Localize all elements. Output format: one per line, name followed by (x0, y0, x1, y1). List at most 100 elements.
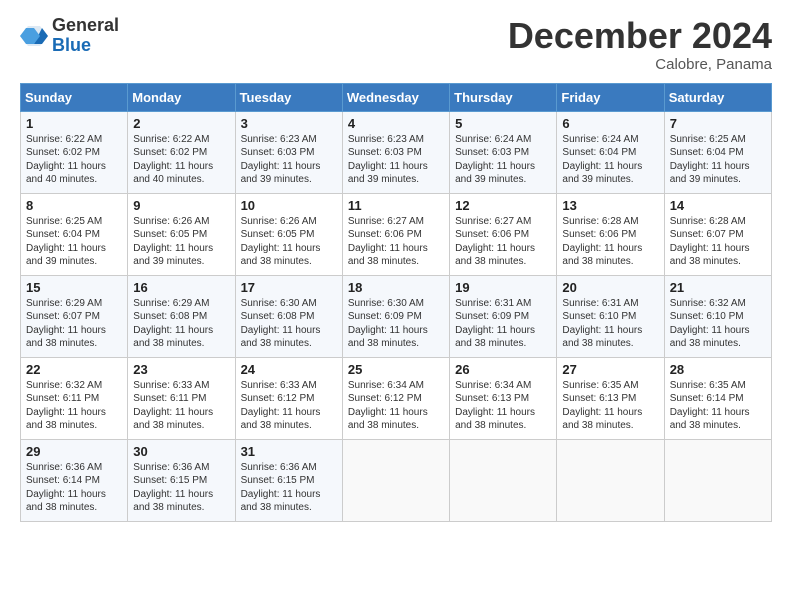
cell-info: Sunrise: 6:26 AMSunset: 6:05 PMDaylight:… (133, 216, 213, 268)
day-number: 2 (133, 116, 229, 131)
table-row (342, 439, 449, 521)
table-row: 26Sunrise: 6:34 AMSunset: 6:13 PMDayligh… (450, 357, 557, 439)
table-row: 11 Sunrise: 6:27 AMSunset: 6:06 PMDayligh… (342, 193, 449, 275)
cell-info: Sunrise: 6:23 AMSunset: 6:03 PMDaylight:… (348, 134, 428, 186)
table-row: 15 Sunrise: 6:29 AMSunset: 6:07 PMDayligh… (21, 275, 128, 357)
table-row: 9 Sunrise: 6:26 AMSunset: 6:05 PMDaylight… (128, 193, 235, 275)
day-number: 5 (455, 116, 551, 131)
cell-info: Sunrise: 6:22 AMSunset: 6:02 PMDaylight:… (133, 134, 213, 186)
col-friday: Friday (557, 83, 664, 111)
table-row: 18Sunrise: 6:30 AMSunset: 6:09 PMDayligh… (342, 275, 449, 357)
calendar-week-row: 22 Sunrise: 6:32 AMSunset: 6:11 PMDayligh… (21, 357, 772, 439)
calendar-week-row: 8 Sunrise: 6:25 AMSunset: 6:04 PMDaylight… (21, 193, 772, 275)
table-row: 7Sunrise: 6:25 AMSunset: 6:04 PMDaylight… (664, 111, 771, 193)
day-number: 24 (241, 362, 337, 377)
cell-info: Sunrise: 6:32 AMSunset: 6:11 PMDaylight:… (26, 380, 106, 432)
cell-info: Sunrise: 6:28 AMSunset: 6:07 PMDaylight:… (670, 216, 750, 268)
table-row: 14 Sunrise: 6:28 AMSunset: 6:07 PMDayligh… (664, 193, 771, 275)
table-row: 3Sunrise: 6:23 AMSunset: 6:03 PMDaylight… (235, 111, 342, 193)
cell-info: Sunrise: 6:31 AMSunset: 6:10 PMDaylight:… (562, 298, 642, 350)
day-number: 21 (670, 280, 766, 295)
table-row: 4 Sunrise: 6:23 AMSunset: 6:03 PMDaylight… (342, 111, 449, 193)
table-row: 2 Sunrise: 6:22 AMSunset: 6:02 PMDaylight… (128, 111, 235, 193)
page: General Blue December 2024 Calobre, Pana… (0, 0, 792, 612)
cell-info: Sunrise: 6:30 AMSunset: 6:09 PMDaylight:… (348, 298, 428, 350)
day-number: 11 (348, 198, 444, 213)
calendar-header-row: Sunday Monday Tuesday Wednesday Thursday… (21, 83, 772, 111)
day-number: 29 (26, 444, 122, 459)
table-row: 30Sunrise: 6:36 AMSunset: 6:15 PMDayligh… (128, 439, 235, 521)
day-number: 10 (241, 198, 337, 213)
table-row: 22 Sunrise: 6:32 AMSunset: 6:11 PMDayligh… (21, 357, 128, 439)
table-row: 5 Sunrise: 6:24 AMSunset: 6:03 PMDaylight… (450, 111, 557, 193)
cell-info: Sunrise: 6:34 AMSunset: 6:12 PMDaylight:… (348, 380, 428, 432)
day-number: 6 (562, 116, 658, 131)
table-row: 13 Sunrise: 6:28 AMSunset: 6:06 PMDayligh… (557, 193, 664, 275)
table-row: 16 Sunrise: 6:29 AMSunset: 6:08 PMDayligh… (128, 275, 235, 357)
logo: General Blue (20, 16, 119, 56)
cell-info: Sunrise: 6:32 AMSunset: 6:10 PMDaylight:… (670, 298, 750, 350)
cell-info: Sunrise: 6:36 AMSunset: 6:15 PMDaylight:… (241, 462, 321, 514)
cell-info: Sunrise: 6:34 AMSunset: 6:13 PMDaylight:… (455, 380, 535, 432)
table-row: 29Sunrise: 6:36 AMSunset: 6:14 PMDayligh… (21, 439, 128, 521)
day-number: 15 (26, 280, 122, 295)
table-row: 1 Sunrise: 6:22 AMSunset: 6:02 PMDaylight… (21, 111, 128, 193)
header: General Blue December 2024 Calobre, Pana… (20, 16, 772, 73)
day-number: 4 (348, 116, 444, 131)
day-number: 22 (26, 362, 122, 377)
table-row: 24 Sunrise: 6:33 AMSunset: 6:12 PMDayligh… (235, 357, 342, 439)
day-number: 17 (241, 280, 337, 295)
calendar-week-row: 29Sunrise: 6:36 AMSunset: 6:14 PMDayligh… (21, 439, 772, 521)
logo-general: General (52, 16, 119, 36)
logo-text: General Blue (52, 16, 119, 56)
cell-info: Sunrise: 6:29 AMSunset: 6:07 PMDaylight:… (26, 298, 106, 350)
cell-info: Sunrise: 6:28 AMSunset: 6:06 PMDaylight:… (562, 216, 642, 268)
day-number: 19 (455, 280, 551, 295)
cell-info: Sunrise: 6:27 AMSunset: 6:06 PMDaylight:… (455, 216, 535, 268)
table-row: 21 Sunrise: 6:32 AMSunset: 6:10 PMDayligh… (664, 275, 771, 357)
cell-info: Sunrise: 6:33 AMSunset: 6:12 PMDaylight:… (241, 380, 321, 432)
cell-info: Sunrise: 6:27 AMSunset: 6:06 PMDaylight:… (348, 216, 428, 268)
cell-info: Sunrise: 6:29 AMSunset: 6:08 PMDaylight:… (133, 298, 213, 350)
day-number: 27 (562, 362, 658, 377)
col-thursday: Thursday (450, 83, 557, 111)
calendar: Sunday Monday Tuesday Wednesday Thursday… (20, 83, 772, 522)
table-row (664, 439, 771, 521)
cell-info: Sunrise: 6:22 AMSunset: 6:02 PMDaylight:… (26, 134, 106, 186)
table-row: 31 Sunrise: 6:36 AMSunset: 6:15 PMDayligh… (235, 439, 342, 521)
day-number: 13 (562, 198, 658, 213)
cell-info: Sunrise: 6:35 AMSunset: 6:13 PMDaylight:… (562, 380, 642, 432)
table-row: 20 Sunrise: 6:31 AMSunset: 6:10 PMDayligh… (557, 275, 664, 357)
table-row: 17 Sunrise: 6:30 AMSunset: 6:08 PMDayligh… (235, 275, 342, 357)
cell-info: Sunrise: 6:25 AMSunset: 6:04 PMDaylight:… (670, 134, 750, 186)
calendar-week-row: 1 Sunrise: 6:22 AMSunset: 6:02 PMDaylight… (21, 111, 772, 193)
day-number: 8 (26, 198, 122, 213)
table-row (557, 439, 664, 521)
day-number: 9 (133, 198, 229, 213)
day-number: 31 (241, 444, 337, 459)
day-number: 14 (670, 198, 766, 213)
day-number: 23 (133, 362, 229, 377)
day-number: 28 (670, 362, 766, 377)
day-number: 25 (348, 362, 444, 377)
title-block: December 2024 Calobre, Panama (508, 16, 772, 73)
col-sunday: Sunday (21, 83, 128, 111)
table-row: 6 Sunrise: 6:24 AMSunset: 6:04 PMDaylight… (557, 111, 664, 193)
month-title: December 2024 (508, 16, 772, 56)
calendar-week-row: 15 Sunrise: 6:29 AMSunset: 6:07 PMDayligh… (21, 275, 772, 357)
day-number: 20 (562, 280, 658, 295)
cell-info: Sunrise: 6:24 AMSunset: 6:04 PMDaylight:… (562, 134, 642, 186)
table-row: 10 Sunrise: 6:26 AMSunset: 6:05 PMDayligh… (235, 193, 342, 275)
cell-info: Sunrise: 6:25 AMSunset: 6:04 PMDaylight:… (26, 216, 106, 268)
cell-info: Sunrise: 6:26 AMSunset: 6:05 PMDaylight:… (241, 216, 321, 268)
logo-blue: Blue (52, 36, 119, 56)
cell-info: Sunrise: 6:24 AMSunset: 6:03 PMDaylight:… (455, 134, 535, 186)
col-wednesday: Wednesday (342, 83, 449, 111)
table-row: 12Sunrise: 6:27 AMSunset: 6:06 PMDayligh… (450, 193, 557, 275)
day-number: 16 (133, 280, 229, 295)
day-number: 1 (26, 116, 122, 131)
table-row: 23Sunrise: 6:33 AMSunset: 6:11 PMDayligh… (128, 357, 235, 439)
cell-info: Sunrise: 6:30 AMSunset: 6:08 PMDaylight:… (241, 298, 321, 350)
table-row (450, 439, 557, 521)
table-row: 27 Sunrise: 6:35 AMSunset: 6:13 PMDayligh… (557, 357, 664, 439)
